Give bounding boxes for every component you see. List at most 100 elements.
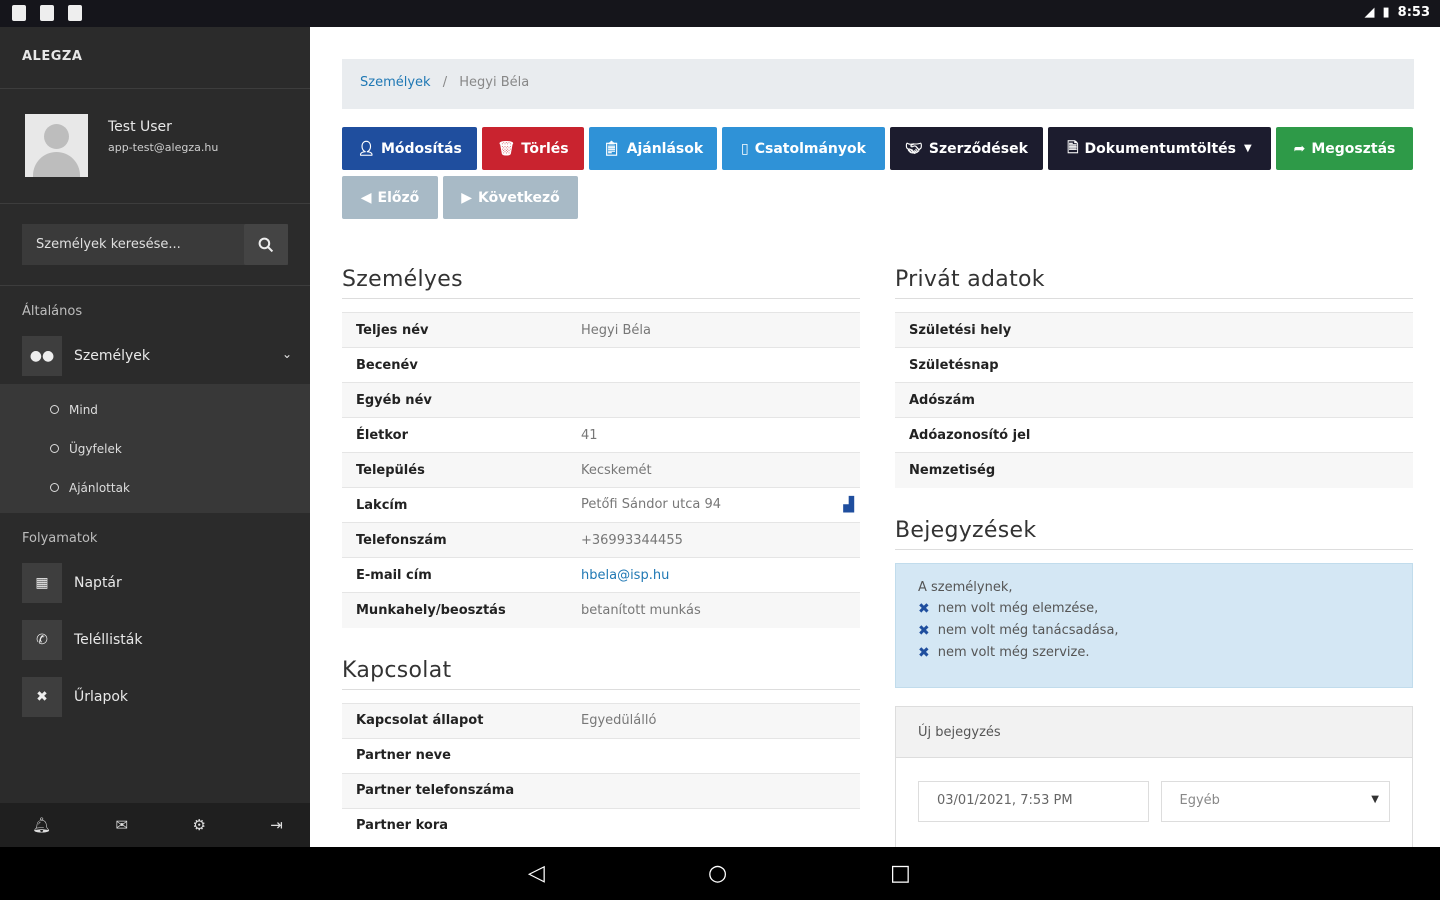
calendar-icon: ▦ <box>22 562 62 603</box>
table-row: Partner telefonszáma <box>342 773 860 808</box>
table-row: Teljes név Hegyi Béla <box>342 312 860 348</box>
breadcrumb-persons-link[interactable]: Személyek <box>360 75 431 90</box>
search-input[interactable] <box>22 224 244 265</box>
table-row: Egyéb név <box>342 382 860 418</box>
clock: 8:53 <box>1397 5 1430 20</box>
list-item: ✖ nem volt még elemzése, <box>918 600 1099 617</box>
share-icon: ➦ <box>1293 140 1306 157</box>
home-icon[interactable]: ○ <box>708 861 727 886</box>
sidebar-item-phone-lists[interactable]: ✆ Teléllisták <box>0 611 310 668</box>
notification-n-icon <box>40 5 54 21</box>
table-row: Partner neve <box>342 738 860 773</box>
search-button[interactable] <box>244 224 288 265</box>
action-toolbar: 👤︎ Módosítás 🗑︎ Törlés 📋︎ Ajánlások ▯ Csatol… <box>342 127 1422 219</box>
breadcrumb-current: Hegyi Béla <box>459 75 530 90</box>
logout-icon[interactable]: ⇥ <box>270 816 283 834</box>
arrow-left-circle-icon: ◀ <box>360 189 372 206</box>
private-section-title: Privát adatok <box>895 267 1413 299</box>
left-column: Személyes Teljes név Hegyi Béla Becenév E… <box>342 267 860 843</box>
sidebar-subitem-recommended[interactable]: Ajánlottak <box>0 468 310 507</box>
user-edit-icon: 👤︎ <box>357 140 375 157</box>
right-column: Privát adatok Születési hely Születésnap… <box>895 267 1413 847</box>
gear-icon[interactable]: ⚙ <box>192 816 205 834</box>
previous-button[interactable]: ◀ Előző <box>342 176 438 219</box>
table-row: Életkor 41 <box>342 417 860 453</box>
file-icon: ▯ <box>741 140 749 157</box>
avatar <box>25 114 88 177</box>
sidebar-item-persons[interactable]: ●● Személyek ⌄ <box>0 327 310 384</box>
table-row: Becenév <box>342 347 860 383</box>
sidebar-search <box>22 224 288 265</box>
caret-down-icon: ▼ <box>1371 793 1379 805</box>
next-button[interactable]: ▶ Következő <box>443 176 578 219</box>
sidebar-footer: 🔔︎ ✉ ⚙ ⇥ <box>0 803 310 847</box>
chevron-down-icon: ⌄ <box>281 347 292 361</box>
table-row: Település Kecskemét <box>342 452 860 488</box>
list-item: ✖ nem volt még tanácsadása, <box>918 622 1119 639</box>
persons-submenu: Mind Ügyfelek Ajánlottak <box>0 384 310 513</box>
table-row: Kapcsolat állapot Egyedülálló <box>342 703 860 738</box>
documents-icon: 🗎︎ <box>1067 139 1079 156</box>
sidebar-item-calendar[interactable]: ▦ Naptár <box>0 554 310 611</box>
tools-icon: ✖ <box>22 676 62 717</box>
table-row: Munkahely/beosztás betanított munkás <box>342 592 860 628</box>
personal-table: Teljes név Hegyi Béla Becenév Egyéb név É… <box>342 312 860 628</box>
section-general: Általános <box>22 304 83 319</box>
table-row: Partner kora <box>342 808 860 843</box>
sidebar-subitem-all[interactable]: Mind <box>0 390 310 429</box>
users-icon: ●● <box>22 335 62 376</box>
circle-icon <box>50 405 59 414</box>
table-row: Adószám <box>895 382 1413 418</box>
sim-icon <box>12 5 26 21</box>
search-icon <box>258 237 274 252</box>
envelope-icon[interactable]: ✉ <box>116 816 129 834</box>
x-icon: ✖ <box>918 600 930 617</box>
sidebar-item-label: Személyek <box>74 347 150 364</box>
user-name: Test User <box>108 119 172 135</box>
contracts-button[interactable]: 🤝︎ Szerződések <box>890 127 1043 170</box>
new-entry-card: Új bejegyzés 03/01/2021, 7:53 PM Egyéb ▼ <box>895 705 1413 847</box>
list-item: ✖ nem volt még szervize. <box>918 644 1090 661</box>
map-icon[interactable]: ▟ <box>843 497 854 513</box>
arrow-right-circle-icon: ▶ <box>461 189 473 206</box>
breadcrumb: Személyek / Hegyi Béla <box>342 59 1414 109</box>
address-value: Petőfi Sándor utca 94 <box>581 497 722 512</box>
table-row: Lakcím Petőfi Sándor utca 94 ▟ <box>342 487 860 523</box>
table-row: Adóazonosító jel <box>895 417 1413 453</box>
edit-button[interactable]: 👤︎ Módosítás <box>342 127 477 170</box>
entries-section-title: Bejegyzések <box>895 518 1413 550</box>
offers-button[interactable]: 📋︎ Ajánlások <box>589 127 717 170</box>
main-content: Személyek / Hegyi Béla 👤︎ Módosítás 🗑︎ Tör… <box>310 27 1440 847</box>
notification-app-icon <box>68 5 82 21</box>
brand-title: ALEGZA <box>0 27 310 89</box>
x-icon: ✖ <box>918 644 930 661</box>
email-link[interactable]: hbela@isp.hu <box>581 568 669 583</box>
attachments-button[interactable]: ▯ Csatolmányok <box>722 127 885 170</box>
personal-section-title: Személyes <box>342 267 860 299</box>
phone-icon: ✆ <box>22 619 62 660</box>
table-row: Születésnap <box>895 347 1413 383</box>
recents-icon[interactable]: □ <box>890 861 911 886</box>
share-button[interactable]: ➦ Megosztás <box>1276 127 1413 170</box>
entry-datetime-input[interactable]: 03/01/2021, 7:53 PM <box>918 780 1149 822</box>
sidebar-item-forms[interactable]: ✖ Űrlapok <box>0 668 310 725</box>
sidebar-subitem-clients[interactable]: Ügyfelek <box>0 429 310 468</box>
delete-button[interactable]: 🗑︎ Törlés <box>482 127 584 170</box>
android-navigation-bar: ◁ ○ □ <box>0 847 1440 900</box>
clipboard-icon: 📋︎ <box>602 140 621 157</box>
battery-icon: ▮ <box>1382 5 1390 20</box>
caret-down-icon: ▼ <box>1244 143 1252 154</box>
user-profile: Test User app-test@alegza.hu <box>0 89 310 204</box>
entry-type-select[interactable]: Egyéb ▼ <box>1160 780 1390 822</box>
bell-icon[interactable]: 🔔︎ <box>32 816 51 834</box>
signal-icon: ◢ <box>1364 5 1375 20</box>
new-entry-header: Új bejegyzés <box>896 706 1412 758</box>
circle-icon <box>50 483 59 492</box>
circle-icon <box>50 444 59 453</box>
contact-table: Kapcsolat állapot Egyedülálló Partner nev… <box>342 703 860 844</box>
back-icon[interactable]: ◁ <box>528 861 545 886</box>
document-download-button[interactable]: 🗎︎ Dokumentumtöltés ▼ <box>1048 127 1271 170</box>
info-intro: A személynek, <box>918 579 1013 595</box>
section-processes: Folyamatok <box>22 531 98 546</box>
table-row: Telefonszám +36993344455 <box>342 522 860 558</box>
